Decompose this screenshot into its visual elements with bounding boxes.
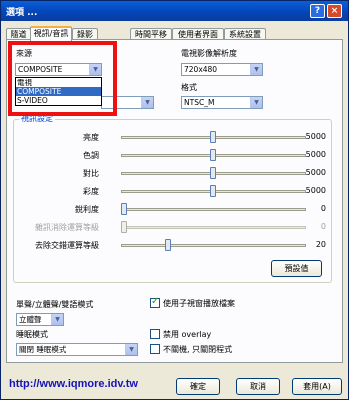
chevron-down-icon[interactable]: ▼ <box>141 97 153 108</box>
slider-thumb[interactable] <box>210 149 216 161</box>
chevron-down-icon[interactable]: ▼ <box>51 314 63 325</box>
disable-overlay-checkbox[interactable] <box>150 329 160 339</box>
slider-value: 5000 <box>305 150 326 159</box>
slider-label: 色調 <box>83 151 99 160</box>
close-button[interactable]: × <box>327 4 342 18</box>
disable-overlay-label: 禁用 overlay <box>163 330 212 339</box>
format-label: 格式 <box>181 83 197 92</box>
slider-thumb <box>121 221 127 233</box>
audio-mode-label: 單聲/立體聲/雙語模式 <box>16 300 94 309</box>
slider-label: 對比 <box>83 169 99 178</box>
slider-thumb[interactable] <box>210 131 216 143</box>
slider-track[interactable] <box>121 208 306 211</box>
slider-label: 去除交錯運算等級 <box>35 241 99 250</box>
format-select[interactable]: NTSC_M ▼ <box>181 96 263 109</box>
default-values-button[interactable]: 預設值 <box>271 260 322 277</box>
slider-saturation: 彩度 5000 <box>21 184 326 198</box>
tab-video-audio[interactable]: 視訊/音訊 <box>30 26 72 41</box>
help-button[interactable]: ? <box>310 4 325 18</box>
red-highlight-box <box>8 41 117 116</box>
use-subwindow-checkbox[interactable] <box>150 296 160 308</box>
slider-label: 彩度 <box>83 187 99 196</box>
no-shutdown-label: 不關機, 只關閉程式 <box>163 345 233 354</box>
slider-value: 5000 <box>305 186 326 195</box>
slider-track[interactable] <box>121 244 306 247</box>
slider-sharpness: 銳利度 0 <box>21 202 326 216</box>
resolution-label: 電視影像解析度 <box>181 49 237 58</box>
no-shutdown-checkbox[interactable] <box>150 344 160 354</box>
use-subwindow-label: 使用子視窗播放檔案 <box>163 299 235 308</box>
audio-mode-select[interactable]: 立體聲 ▼ <box>16 313 64 326</box>
slider-value: 5000 <box>305 132 326 141</box>
slider-thumb[interactable] <box>165 239 171 251</box>
slider-label: 亮度 <box>83 133 99 142</box>
watermark-url: http://www.iqmore.idv.tw <box>9 378 138 390</box>
format-value: NTSC_M <box>184 98 215 107</box>
window-title: 選項 ... <box>6 8 38 18</box>
apply-button[interactable]: 套用(A) <box>292 378 342 395</box>
chevron-down-icon[interactable]: ▼ <box>250 97 262 108</box>
slider-value: 0 <box>320 204 326 213</box>
sleep-mode-value: 關閉 睡眠模式 <box>19 345 67 354</box>
title-bar[interactable]: 選項 ... ? × <box>1 1 348 21</box>
slider-label: 雜訊消除運算等級 <box>35 223 99 232</box>
slider-value: 20 <box>315 240 326 249</box>
chevron-down-icon[interactable]: ▼ <box>250 64 262 75</box>
sleep-mode-select[interactable]: 關閉 睡眠模式 ▼ <box>16 343 138 356</box>
slider-deinterlace: 去除交錯運算等級 20 <box>21 238 326 252</box>
slider-thumb[interactable] <box>210 185 216 197</box>
resolution-select[interactable]: 720x480 ▼ <box>181 63 263 76</box>
slider-thumb[interactable] <box>121 203 127 215</box>
options-dialog: 選項 ... ? × 隨道 視訊/音訊 錄影 時間平移 使用者界面 系統設置 來… <box>0 0 349 400</box>
slider-noise-reduction: 雜訊消除運算等級 0 <box>21 220 326 234</box>
slider-track <box>121 226 306 229</box>
resolution-value: 720x480 <box>184 65 218 74</box>
slider-thumb[interactable] <box>210 167 216 179</box>
cancel-button[interactable]: 取消 <box>236 378 280 395</box>
slider-hue: 色調 5000 <box>21 148 326 162</box>
slider-brightness: 亮度 5000 <box>21 130 326 144</box>
slider-value: 0 <box>320 222 326 231</box>
sleep-mode-label: 睡眠模式 <box>16 330 48 339</box>
chevron-down-icon[interactable]: ▼ <box>125 344 137 355</box>
slider-contrast: 對比 5000 <box>21 166 326 180</box>
audio-mode-value: 立體聲 <box>19 315 42 324</box>
ok-button[interactable]: 確定 <box>176 378 220 395</box>
slider-value: 5000 <box>305 168 326 177</box>
slider-label: 銳利度 <box>75 205 99 214</box>
